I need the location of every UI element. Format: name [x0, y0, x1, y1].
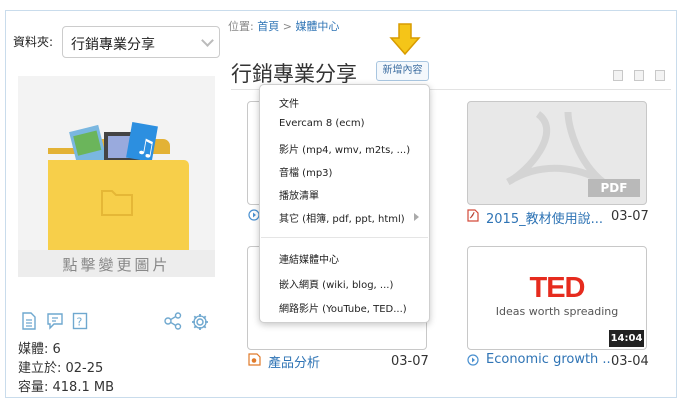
created-date: 建立於: 02-25: [18, 361, 104, 376]
pdf-badge: PDF: [588, 179, 640, 197]
duration-badge: 14:04: [609, 330, 644, 347]
menu-item-online-video[interactable]: 網路影片 (YouTube, TED...): [279, 300, 407, 315]
menu-item-other[interactable]: 其它 (相簿, pdf, ppt, html): [279, 210, 405, 225]
menu-item-embed-web[interactable]: 嵌入網頁 (wiki, blog, ...): [279, 276, 393, 291]
add-content-menu: 文件 Evercam 8 (ecm) 影片 (mp4, wmv, m2ts, .…: [259, 84, 430, 323]
svg-text:♫: ♫: [134, 134, 158, 162]
media-count: 媒體: 6: [18, 342, 61, 357]
breadcrumb-prefix: 位置:: [228, 20, 254, 33]
chevron-right-icon: [414, 213, 419, 221]
menu-item-audio[interactable]: 音檔 (mp3): [279, 164, 332, 179]
folder-illustration: ♫: [48, 122, 189, 262]
pdf-file-icon: [467, 209, 479, 222]
change-cover-caption[interactable]: 點擊變更圖片: [18, 250, 215, 277]
media-card-video[interactable]: TED Ideas worth spreading 14:04: [467, 246, 647, 350]
arrow-down-icon: [389, 23, 421, 56]
detail-view-icon[interactable]: [655, 70, 665, 81]
card-filename[interactable]: 2015_教材使用說...: [486, 208, 603, 227]
folder-cover-image[interactable]: ♫: [18, 76, 215, 277]
folder-select[interactable]: 行銷專業分享: [62, 26, 220, 58]
menu-item-playlist[interactable]: 播放清單: [279, 187, 319, 202]
share-icon[interactable]: [163, 312, 183, 330]
media-card-pdf[interactable]: PDF: [467, 101, 647, 205]
help-icon[interactable]: ?: [72, 312, 88, 330]
add-content-button[interactable]: 新增內容: [376, 61, 429, 81]
folder-select-value: 行銷專業分享: [71, 37, 155, 53]
card-filename[interactable]: Economic growth ...: [486, 352, 615, 367]
card-date: 03-04: [611, 354, 649, 369]
menu-item-document[interactable]: 文件: [279, 95, 299, 110]
menu-item-video[interactable]: 影片 (mp4, wmv, m2ts, ...): [279, 141, 410, 156]
capacity: 容量: 418.1 MB: [18, 380, 114, 395]
breadcrumb-current-link[interactable]: 媒體中心: [295, 20, 339, 33]
svg-text:?: ?: [77, 316, 83, 329]
list-view-icon[interactable]: [613, 70, 623, 81]
ted-logo: TED: [529, 272, 586, 304]
chevron-down-icon: [201, 34, 214, 47]
breadcrumb-separator: >: [282, 20, 292, 33]
ted-tagline: Ideas worth spreading: [495, 305, 619, 318]
menu-item-evercam[interactable]: Evercam 8 (ecm): [279, 118, 365, 129]
card-date: 03-07: [391, 354, 429, 369]
document-icon[interactable]: [21, 312, 37, 330]
gear-icon[interactable]: [190, 312, 210, 332]
breadcrumb-home-link[interactable]: 首頁: [257, 20, 279, 33]
menu-item-link-media[interactable]: 連結媒體中心: [279, 251, 339, 266]
presentation-file-icon: [248, 353, 261, 366]
comment-icon[interactable]: [46, 312, 64, 330]
menu-separator: [261, 237, 428, 238]
thumbnail-view-icon[interactable]: [634, 70, 644, 81]
card-date: 03-07: [611, 209, 649, 224]
play-icon: [467, 354, 479, 366]
card-filename[interactable]: 產品分析: [268, 352, 320, 371]
folder-label: 資料夾:: [13, 35, 54, 49]
breadcrumb: 位置: 首頁 > 媒體中心: [228, 18, 339, 34]
